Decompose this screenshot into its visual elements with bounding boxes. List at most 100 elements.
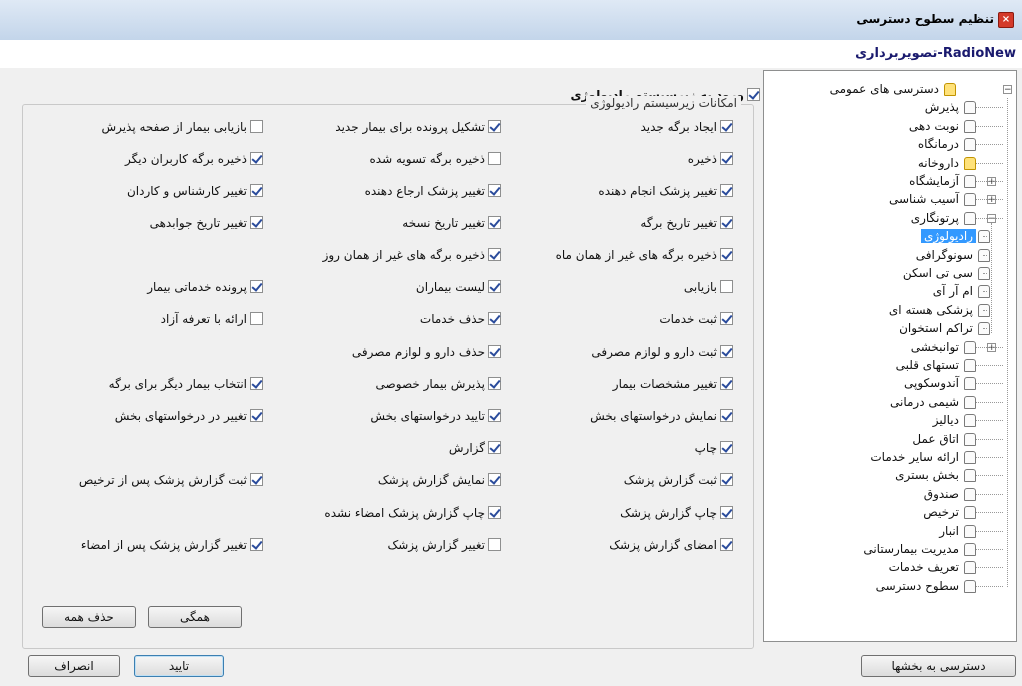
tree-item[interactable]: داروخانه — [915, 154, 976, 172]
feature-checkbox[interactable]: چاپ گزارش پزشک امضاء نشده — [324, 505, 501, 521]
tree-item[interactable]: آسیب شناسی — [886, 190, 976, 208]
feature-checkbox[interactable]: تغییر در درخواستهای بخش — [115, 408, 263, 424]
tree-item[interactable]: تراکم استخوان — [896, 319, 990, 337]
tree-item[interactable]: درمانگاه — [915, 135, 976, 153]
checkbox-box[interactable] — [488, 345, 501, 358]
feature-checkbox[interactable]: نمایش درخواستهای بخش — [590, 408, 733, 424]
checkbox-box[interactable] — [488, 152, 501, 165]
feature-checkbox[interactable]: تغییر پزشک انجام دهنده — [598, 183, 733, 199]
tree-item[interactable]: مدیریت بیمارستانی — [860, 540, 976, 558]
checkbox-box[interactable] — [250, 312, 263, 325]
checkbox-box[interactable] — [720, 184, 733, 197]
checkbox-box[interactable] — [720, 216, 733, 229]
checkbox-box[interactable] — [488, 248, 501, 261]
tree-item[interactable]: تستهای قلبی — [893, 356, 976, 374]
feature-checkbox[interactable]: تغییر مشخصات بیمار — [613, 376, 733, 392]
checkbox-box[interactable] — [488, 216, 501, 229]
feature-checkbox[interactable]: نمایش گزارش پزشک — [378, 472, 501, 488]
feature-checkbox[interactable]: تغییر پزشک ارجاع دهنده — [365, 183, 501, 199]
tree-item[interactable]: پرتونگاری — [908, 209, 976, 227]
tree-item[interactable]: توانبخشی — [908, 338, 976, 356]
tree-item[interactable]: صندوق — [921, 485, 976, 503]
feature-checkbox[interactable]: ذخیره برگه های غیر از همان ماه — [556, 247, 733, 263]
feature-checkbox[interactable]: ذخیره برگه های غیر از همان روز — [323, 247, 501, 263]
tree-item[interactable]: تعریف خدمات — [886, 558, 976, 576]
confirm-button[interactable]: تایید — [134, 655, 224, 677]
checkbox-box[interactable] — [747, 88, 760, 101]
feature-checkbox[interactable]: ذخیره برگه تسویه شده — [370, 151, 501, 167]
checkbox-box[interactable] — [720, 120, 733, 133]
tree-item[interactable]: سطوح دسترسی — [873, 577, 976, 595]
tree-item[interactable]: ام آر آی — [930, 282, 990, 300]
checkbox-box[interactable] — [720, 538, 733, 551]
tree-item[interactable]: نوبت دهی — [906, 117, 976, 135]
checkbox-box[interactable] — [250, 538, 263, 551]
tree-item[interactable]: پزشکی هسته ای — [886, 301, 990, 319]
tree-item[interactable]: دسترسی های عمومی — [827, 80, 956, 98]
checkbox-box[interactable] — [720, 152, 733, 165]
checkbox-box[interactable] — [250, 120, 263, 133]
feature-checkbox[interactable]: گزارش — [449, 440, 501, 456]
section-tree[interactable]: دسترسی های عمومی − پذیرش نوبت دهی درمانگاه دا… — [763, 70, 1017, 642]
window-menu-icon[interactable]: × — [998, 12, 1014, 28]
checkbox-box[interactable] — [250, 473, 263, 486]
checkbox-box[interactable] — [720, 377, 733, 390]
checkbox-box[interactable] — [488, 377, 501, 390]
checkbox-box[interactable] — [720, 345, 733, 358]
tree-item[interactable]: ارائه سایر خدمات — [867, 448, 976, 466]
feature-checkbox[interactable]: ثبت گزارش پزشک — [624, 472, 733, 488]
checkbox-box[interactable] — [250, 184, 263, 197]
feature-checkbox[interactable]: تغییر گزارش پزشک پس از امضاء — [81, 537, 263, 553]
checkbox-box[interactable] — [488, 120, 501, 133]
feature-checkbox[interactable]: تشکیل پرونده برای بیمار جدید — [335, 119, 501, 135]
checkbox-box[interactable] — [720, 312, 733, 325]
feature-checkbox[interactable]: حذف دارو و لوازم مصرفی — [352, 344, 501, 360]
feature-checkbox[interactable]: لیست بیماران — [416, 279, 501, 295]
checkbox-box[interactable] — [488, 280, 501, 293]
feature-checkbox[interactable]: تغییر گزارش پزشک — [388, 537, 501, 553]
tree-item[interactable]: آزمایشگاه — [906, 172, 976, 190]
checkbox-box[interactable] — [720, 473, 733, 486]
checkbox-box[interactable] — [250, 377, 263, 390]
feature-checkbox[interactable]: ثبت دارو و لوازم مصرفی — [591, 344, 733, 360]
checkbox-box[interactable] — [250, 152, 263, 165]
checkbox-box[interactable] — [488, 184, 501, 197]
feature-checkbox[interactable]: ارائه با تعرفه آزاد — [161, 311, 263, 327]
checkbox-box[interactable] — [488, 312, 501, 325]
tree-item[interactable]: سی تی اسکن — [900, 264, 990, 282]
checkbox-box[interactable] — [720, 409, 733, 422]
feature-checkbox[interactable]: حذف خدمات — [420, 311, 501, 327]
feature-checkbox[interactable]: پرونده خدماتی بیمار — [147, 279, 263, 295]
tree-item[interactable]: اتاق عمل — [909, 430, 976, 448]
feature-checkbox[interactable]: تغییر تاریخ برگه — [640, 215, 733, 231]
feature-checkbox[interactable]: ثبت گزارش پزشک پس از ترخیص — [79, 472, 263, 488]
feature-checkbox[interactable]: ذخیره — [688, 151, 733, 167]
feature-checkbox[interactable]: بازیابی — [684, 279, 733, 295]
feature-checkbox[interactable]: چاپ — [695, 440, 733, 456]
collapse-icon[interactable]: − — [1003, 85, 1012, 95]
tree-item[interactable]: بخش بستری — [892, 466, 976, 484]
feature-checkbox[interactable]: بازیابی بیمار از صفحه پذیرش — [101, 119, 263, 135]
feature-checkbox[interactable]: تغییر کارشناس و کاردان — [127, 183, 263, 199]
section-access-button[interactable]: دسترسی به بخشها — [861, 655, 1016, 677]
tree-item[interactable]: رادیولوژی — [920, 227, 990, 245]
tree-item[interactable]: ترخیص — [920, 503, 976, 521]
checkbox-box[interactable] — [720, 506, 733, 519]
feature-checkbox[interactable]: چاپ گزارش پزشک — [620, 505, 733, 521]
tree-item[interactable]: سونوگرافی — [913, 246, 990, 264]
clear-all-button[interactable]: حذف همه — [42, 606, 136, 628]
cancel-button[interactable]: انصراف — [28, 655, 120, 677]
checkbox-box[interactable] — [250, 409, 263, 422]
feature-checkbox[interactable]: تغییر تاریخ جوابدهی — [150, 215, 263, 231]
feature-checkbox[interactable]: ثبت خدمات — [659, 311, 733, 327]
checkbox-box[interactable] — [488, 441, 501, 454]
select-all-button[interactable]: همگی — [148, 606, 242, 628]
tree-item[interactable]: آندوسکوپی — [901, 374, 976, 392]
checkbox-box[interactable] — [250, 216, 263, 229]
feature-checkbox[interactable]: ایجاد برگه جدید — [640, 119, 733, 135]
checkbox-box[interactable] — [720, 280, 733, 293]
checkbox-box[interactable] — [250, 280, 263, 293]
tree-item[interactable]: انبار — [936, 522, 976, 540]
checkbox-box[interactable] — [720, 248, 733, 261]
feature-checkbox[interactable]: تایید درخواستهای بخش — [370, 408, 501, 424]
